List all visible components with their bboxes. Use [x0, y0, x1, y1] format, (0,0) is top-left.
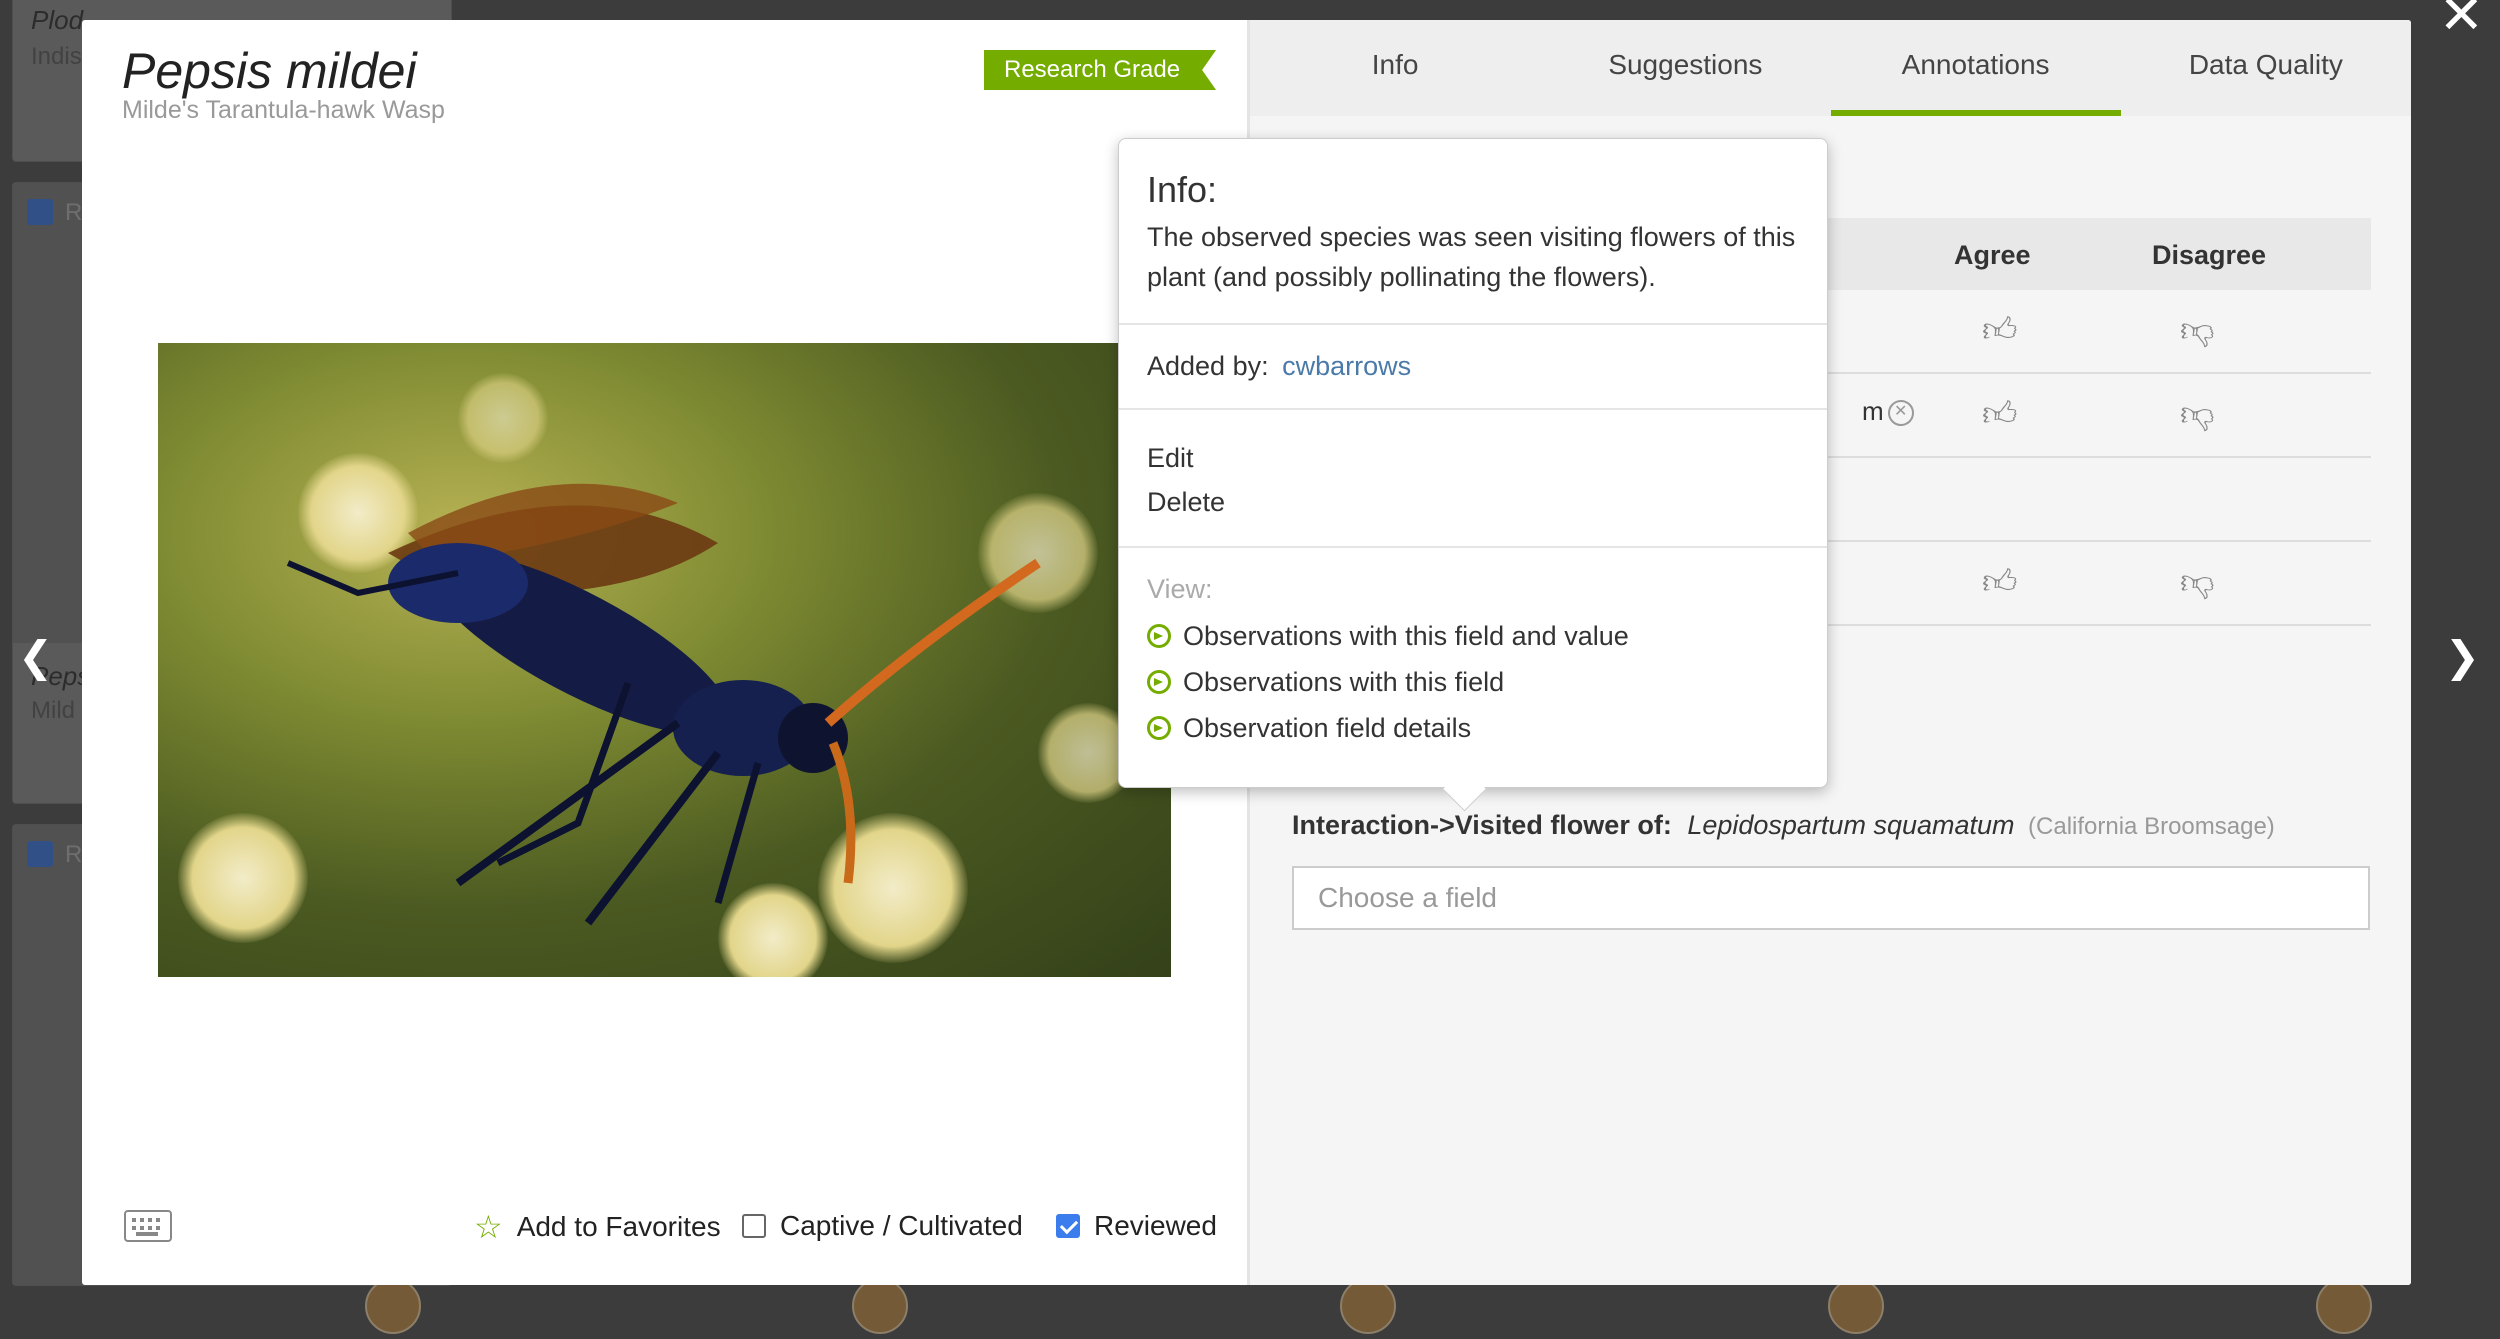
observation-left-pane: Pepsis mildei Milde's Tarantula-hawk Was…: [82, 20, 1250, 1285]
next-arrow-icon[interactable]: ❯: [2445, 632, 2480, 681]
thumbs-up-icon[interactable]: 👍︎: [1982, 562, 2018, 603]
taxon-name[interactable]: Pepsis mildei: [122, 42, 417, 100]
arrow-circle-icon: [1147, 624, 1171, 648]
thumbs-up-icon[interactable]: 👍︎: [1982, 310, 2018, 351]
wasp-illustration: [286, 483, 1041, 926]
observation-field-details-link[interactable]: Observation field details: [1147, 705, 1799, 751]
link-label: Observations with this field: [1183, 667, 1505, 697]
keyboard-icon[interactable]: [124, 1210, 172, 1242]
tab-suggestions[interactable]: Suggestions: [1540, 20, 1830, 116]
popover-description: The observed species was seen visiting f…: [1147, 222, 1796, 292]
tab-info[interactable]: Info: [1250, 20, 1540, 116]
disagree-column-header: Disagree: [2152, 240, 2267, 270]
observation-field-value-common: (California Broomsage): [2028, 813, 2275, 840]
annotation-value-fragment: m ✕: [1862, 396, 1914, 427]
link-label: Observation field details: [1183, 713, 1472, 743]
add-to-favorites-button[interactable]: ☆ Add to Favorites: [474, 1208, 721, 1246]
tab-data-quality[interactable]: Data Quality: [2121, 20, 2411, 116]
link-label: Observations with this field and value: [1183, 621, 1629, 651]
reviewed-checkbox[interactable]: Reviewed: [1056, 1210, 1217, 1242]
previous-arrow-icon[interactable]: ❮: [18, 632, 53, 681]
captive-cultivated-checkbox[interactable]: Captive / Cultivated: [742, 1210, 1023, 1242]
add-to-favorites-label: Add to Favorites: [516, 1211, 721, 1242]
agree-column-header: Agree: [1954, 240, 2031, 270]
star-icon: ☆: [474, 1209, 503, 1245]
checkbox-box[interactable]: [742, 1214, 766, 1238]
edit-link[interactable]: Edit: [1147, 436, 1799, 480]
popover-info-section: Info: The observed species was seen visi…: [1119, 139, 1827, 325]
popover-added-by: Added by: cwbarrows: [1119, 325, 1827, 410]
observation-field-value-scientific: Lepidospartum squamatum: [1687, 810, 2015, 840]
added-by-user-link[interactable]: cwbarrows: [1282, 351, 1411, 381]
arrow-circle-icon: [1147, 716, 1171, 740]
observations-with-field-and-value-link[interactable]: Observations with this field and value: [1147, 613, 1799, 659]
remove-icon[interactable]: ✕: [1887, 400, 1914, 427]
tab-annotations[interactable]: Annotations: [1830, 20, 2122, 116]
observations-with-field-link[interactable]: Observations with this field: [1147, 659, 1799, 705]
thumbs-down-icon[interactable]: 👎︎: [2180, 310, 2215, 351]
popover-title: Info:: [1147, 169, 1218, 210]
thumbs-up-icon[interactable]: 👍︎: [1982, 394, 2018, 435]
checkbox-box-checked[interactable]: [1056, 1214, 1080, 1238]
popover-actions: Edit Delete: [1119, 410, 1827, 548]
common-name: Milde's Tarantula-hawk Wasp: [122, 96, 445, 124]
captive-cultivated-label: Captive / Cultivated: [780, 1210, 1023, 1241]
observation-photo[interactable]: [158, 343, 1171, 977]
observation-field-row[interactable]: Interaction->Visited flower of: Lepidosp…: [1292, 810, 2275, 841]
added-by-label: Added by:: [1147, 351, 1269, 381]
view-label: View:: [1147, 574, 1213, 604]
popover-view-section: View: Observations with this field and v…: [1119, 548, 1827, 777]
quality-grade-badge: Research Grade: [984, 50, 1216, 90]
delete-link[interactable]: Delete: [1147, 480, 1799, 524]
annotation-value-text: m: [1862, 396, 1884, 426]
close-icon[interactable]: ✕: [2439, 0, 2484, 42]
modal-footer: ☆ Add to Favorites Captive / Cultivated …: [82, 1208, 1247, 1258]
thumbs-down-icon[interactable]: 👎︎: [2180, 562, 2215, 603]
observation-field-popover: Info: The observed species was seen visi…: [1118, 138, 1828, 788]
choose-field-input[interactable]: [1292, 866, 2370, 930]
reviewed-label: Reviewed: [1094, 1210, 1217, 1241]
observation-field-name: Interaction->Visited flower of:: [1292, 810, 1672, 840]
thumbs-down-icon[interactable]: 👎︎: [2180, 394, 2215, 435]
arrow-circle-icon: [1147, 670, 1171, 694]
tab-bar: Info Suggestions Annotations Data Qualit…: [1250, 20, 2411, 116]
